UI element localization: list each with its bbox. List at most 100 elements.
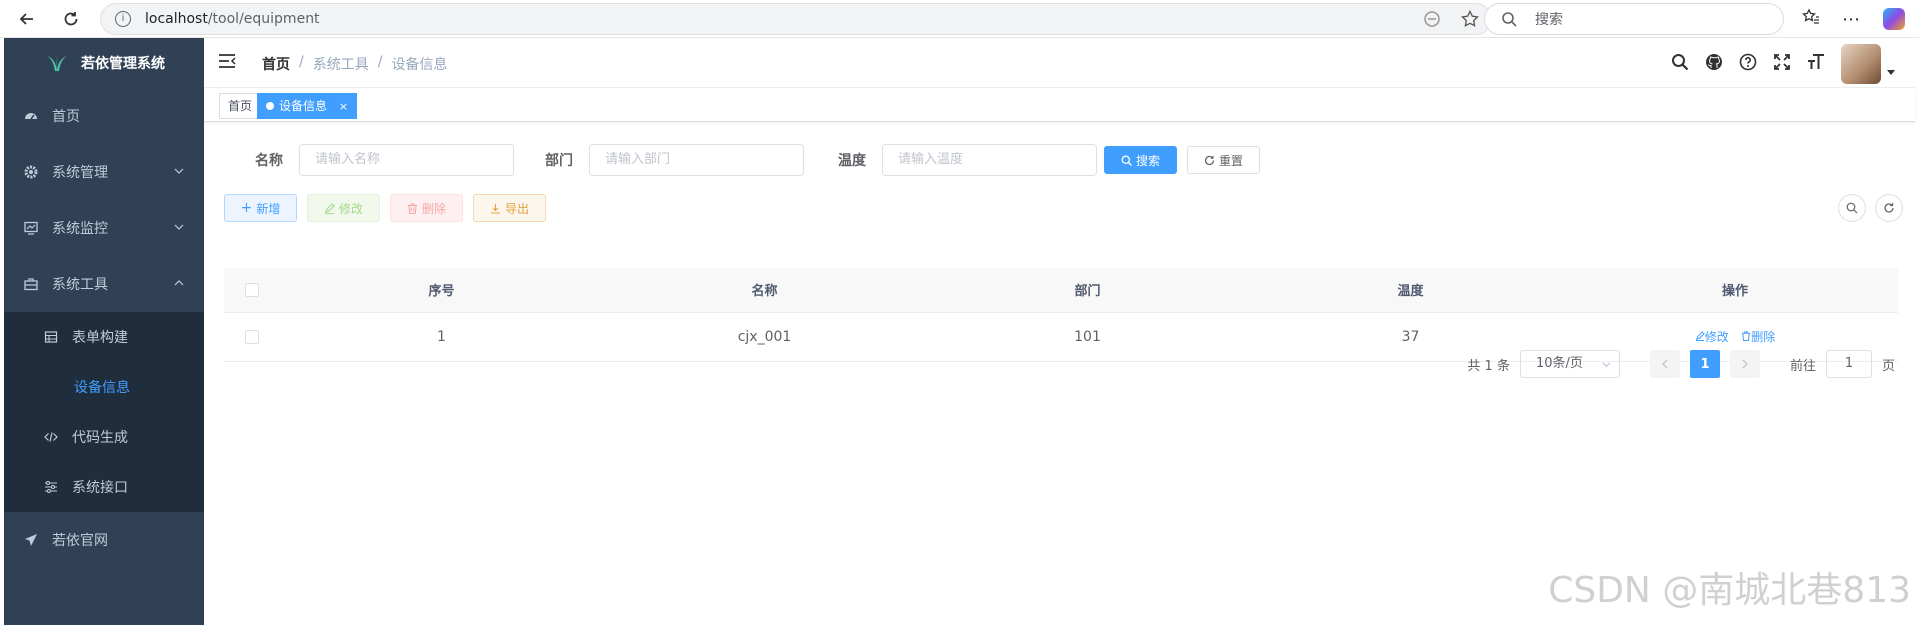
translate-icon[interactable] [1423, 10, 1441, 32]
hamburger-icon[interactable] [218, 53, 236, 73]
column-header: 部门 [926, 268, 1249, 313]
tag-label: 首页 [228, 99, 253, 113]
row-delete-label: 删除 [1751, 330, 1776, 344]
sidebar: 若依管理系统 首页 系统管理 系统监控 系统工具 表单构建 设备信息 代码生成 [4, 38, 204, 625]
active-dot-icon [266, 102, 274, 110]
github-icon[interactable] [1705, 53, 1723, 75]
sidebar-subitem-code-gen[interactable]: 代码生成 [4, 412, 204, 462]
fullscreen-icon[interactable] [1773, 53, 1791, 75]
copilot-icon[interactable] [1883, 8, 1905, 30]
sidebar-item-label: 首页 [52, 109, 80, 125]
search-button-label: 搜索 [1135, 153, 1160, 168]
delete-button-label: 删除 [421, 201, 446, 216]
goto-page-input[interactable]: 1 [1825, 350, 1872, 378]
close-icon[interactable]: × [339, 100, 348, 113]
add-button[interactable]: + 新增 [224, 194, 297, 222]
back-icon[interactable] [12, 4, 42, 34]
row-delete-link[interactable]: 删除 [1741, 330, 1775, 344]
page-number-current[interactable]: 1 [1689, 350, 1720, 378]
refresh-icon [1204, 155, 1215, 165]
main-area: 首页 / 系统工具 / 设备信息 首页 设备信息 × 名称 请输入名称 部门 请… [204, 38, 1915, 625]
sidebar-item-home[interactable]: 首页 [4, 88, 204, 144]
favorite-star-icon[interactable] [1461, 10, 1479, 32]
column-header: 温度 [1249, 268, 1572, 313]
edit-icon [1695, 331, 1705, 342]
chevron-left-icon [1662, 359, 1668, 369]
query-form: 名称 请输入名称 部门 请输入部门 温度 请输入温度 搜索 重置 [224, 144, 1324, 176]
search-icon[interactable] [1671, 53, 1689, 75]
toggle-search-button[interactable] [1838, 194, 1866, 222]
name-label: 名称 [255, 153, 283, 169]
edit-button[interactable]: 修改 [307, 194, 380, 222]
goto-label: 前往 [1789, 358, 1816, 374]
cell-index: 1 [280, 312, 603, 362]
trash-icon [407, 202, 417, 214]
column-header: 名称 [603, 268, 926, 313]
chevron-down-icon [1602, 362, 1611, 368]
breadcrumb-separator: / [299, 54, 304, 70]
avatar[interactable] [1841, 44, 1881, 84]
sidebar-item-system-monitor[interactable]: 系统监控 [4, 200, 204, 256]
form-icon [44, 331, 58, 343]
more-icon[interactable]: ⋯ [1842, 9, 1861, 30]
prev-page-button[interactable] [1649, 350, 1680, 378]
select-all-checkbox[interactable] [245, 282, 259, 297]
name-input[interactable]: 请输入名称 [299, 144, 514, 176]
chevron-down-icon [174, 224, 184, 230]
chevron-right-icon [1742, 359, 1748, 369]
reset-button[interactable]: 重置 [1187, 146, 1260, 174]
refresh-button[interactable] [1875, 194, 1903, 222]
delete-button[interactable]: 删除 [390, 194, 463, 222]
sidebar-logo[interactable]: 若依管理系统 [4, 38, 204, 88]
tag-home[interactable]: 首页 [219, 93, 262, 119]
sliders-icon [45, 481, 57, 493]
help-icon[interactable] [1739, 53, 1757, 75]
tag-label: 设备信息 [279, 99, 328, 113]
next-page-button[interactable] [1729, 350, 1760, 378]
reload-icon[interactable] [56, 4, 86, 34]
sidebar-subitem-label: 代码生成 [72, 430, 128, 446]
navbar: 首页 / 系统工具 / 设备信息 [204, 38, 1915, 88]
row-edit-link[interactable]: 修改 [1695, 330, 1729, 344]
export-button-label: 导出 [504, 201, 529, 216]
reset-button-label: 重置 [1218, 153, 1243, 168]
breadcrumb-separator: / [377, 54, 383, 70]
sidebar-subitem-form-builder[interactable]: 表单构建 [4, 312, 204, 362]
search-icon [1121, 155, 1132, 166]
sidebar-item-label: 系统管理 [52, 165, 108, 181]
address-bar[interactable]: i localhost/tool/equipment [100, 3, 1492, 35]
page-size-select[interactable]: 10条/页 [1519, 350, 1620, 378]
select-all-cell [224, 268, 280, 313]
table-header-row: 序号 名称 部门 温度 操作 [224, 268, 1898, 313]
breadcrumb-home[interactable]: 首页 [262, 54, 290, 74]
favorites-icon[interactable] [1802, 8, 1820, 30]
plus-icon: + [240, 200, 253, 216]
info-icon[interactable]: i [115, 11, 131, 27]
caret-down-icon[interactable] [1887, 70, 1895, 76]
browser-search-box[interactable]: 搜索 [1484, 3, 1784, 35]
dept-input[interactable]: 请输入部门 [589, 144, 804, 176]
send-icon [25, 534, 37, 546]
sidebar-item-system-tools[interactable]: 系统工具 [4, 256, 204, 312]
row-checkbox[interactable] [245, 329, 259, 344]
sidebar-item-ruoyi-website[interactable]: 若依官网 [4, 512, 204, 568]
code-icon [44, 432, 58, 442]
export-button[interactable]: 导出 [473, 194, 546, 222]
tag-equipment-info[interactable]: 设备信息 × [257, 93, 358, 119]
submenu-system-tools: 表单构建 设备信息 代码生成 系统接口 [4, 312, 204, 512]
url-host: localhost [145, 11, 208, 27]
column-header: 序号 [280, 268, 603, 313]
breadcrumb: 首页 / 系统工具 / 设备信息 [262, 54, 447, 74]
page-suffix: 页 [1881, 358, 1895, 374]
sidebar-item-system-management[interactable]: 系统管理 [4, 144, 204, 200]
sidebar-subitem-system-api[interactable]: 系统接口 [4, 462, 204, 512]
temp-input[interactable]: 请输入温度 [882, 144, 1097, 176]
font-size-icon[interactable] [1807, 53, 1825, 75]
monitor-icon [24, 221, 38, 235]
tags-view: 首页 设备信息 × [204, 88, 1915, 122]
page-size-value: 10条/页 [1535, 356, 1583, 371]
sidebar-subitem-equipment-info[interactable]: 设备信息 [4, 362, 204, 412]
dept-label: 部门 [545, 153, 573, 169]
search-icon [1502, 12, 1517, 27]
search-button[interactable]: 搜索 [1104, 146, 1177, 174]
